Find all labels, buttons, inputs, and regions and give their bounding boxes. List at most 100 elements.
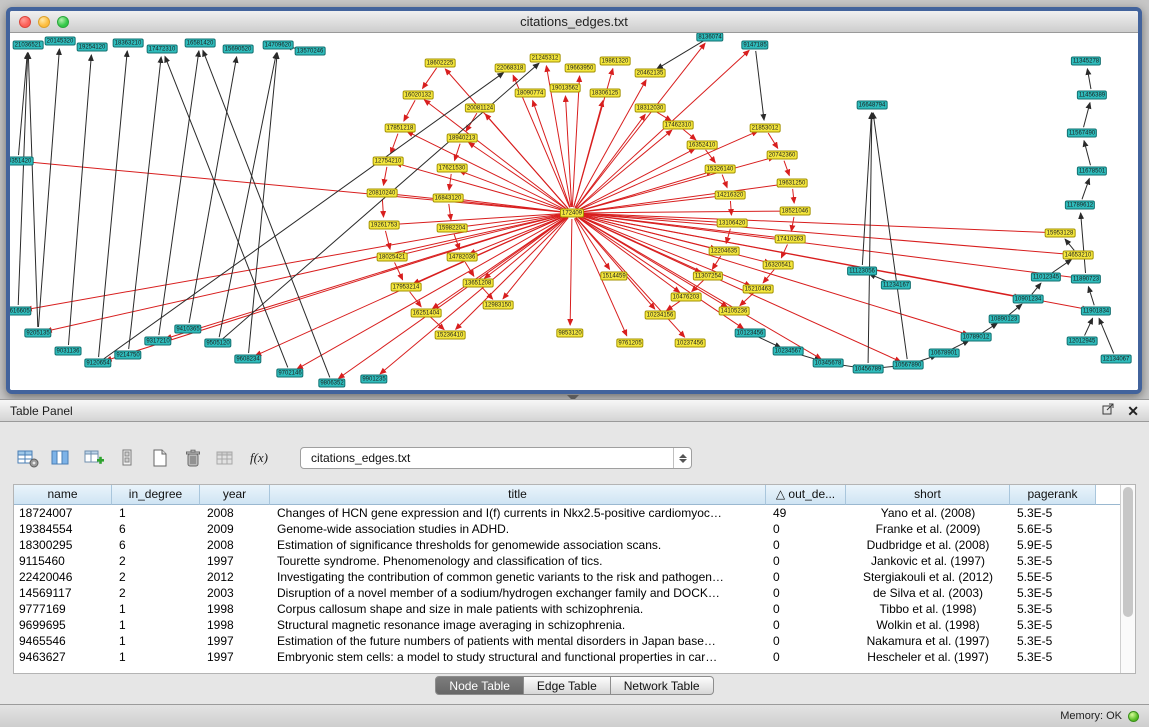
graph-node[interactable]: 19261753 xyxy=(369,221,400,230)
table-mode-button[interactable] xyxy=(14,445,42,471)
table-row[interactable]: 946554611997Estimation of the future num… xyxy=(14,633,1135,649)
graph-node[interactable]: 10456789 xyxy=(853,365,884,374)
graph-node[interactable]: 9317210 xyxy=(144,337,171,346)
graph-node[interactable]: 15690520 xyxy=(223,45,254,54)
graph-node[interactable]: 19663950 xyxy=(565,64,596,73)
network-table-select[interactable]: citations_edges.txt xyxy=(300,447,692,469)
graph-node[interactable]: 12012945 xyxy=(1067,337,1098,346)
graph-node[interactable]: 20145320 xyxy=(45,37,76,46)
graph-node[interactable]: 16251404 xyxy=(411,309,442,318)
column-header-out-degree[interactable]: △ out_de... xyxy=(766,485,846,505)
table-row[interactable]: 1830029562008Estimation of significance … xyxy=(14,537,1135,553)
graph-node[interactable]: 21036521 xyxy=(13,41,44,50)
graph-node[interactable]: 8136074 xyxy=(696,33,723,42)
graph-node[interactable]: 17953214 xyxy=(391,283,422,292)
graph-node[interactable]: 12983150 xyxy=(483,301,514,310)
graph-node[interactable]: 17472310 xyxy=(147,45,178,54)
graph-node[interactable]: 9806352 xyxy=(318,379,345,388)
graph-node[interactable]: 11234167 xyxy=(881,281,911,290)
show-columns-button[interactable] xyxy=(47,445,75,471)
graph-node[interactable]: 11890723 xyxy=(1071,275,1101,284)
graph-node[interactable]: 9031136 xyxy=(55,347,82,356)
graph-node[interactable]: 9147185 xyxy=(741,41,768,50)
graph-node[interactable]: 18025421 xyxy=(377,253,408,262)
column-header-short[interactable]: short xyxy=(846,485,1010,505)
graph-node[interactable]: 18940213 xyxy=(447,134,478,143)
network-canvas[interactable]: 1724091860222516020132178512181275421020… xyxy=(10,33,1138,390)
graph-node[interactable]: 16320541 xyxy=(763,261,794,270)
table-row[interactable]: 1872400712008Changes of HCN gene express… xyxy=(14,505,1135,521)
column-header-pagerank[interactable]: pagerank xyxy=(1010,485,1096,505)
table-row[interactable]: 1456911722003Disruption of a novel membe… xyxy=(14,585,1135,601)
tab-edge-table[interactable]: Edge Table xyxy=(524,676,611,695)
graph-node[interactable]: 20462135 xyxy=(635,69,666,78)
graph-node[interactable]: 16843120 xyxy=(433,194,464,203)
graph-node[interactable]: 12754210 xyxy=(373,157,404,166)
graph-node[interactable]: 9120654 xyxy=(84,359,111,368)
graph-node[interactable]: 20742360 xyxy=(767,151,798,160)
delete-column-button[interactable] xyxy=(113,445,141,471)
graph-node[interactable]: 17851218 xyxy=(385,124,416,133)
graph-node[interactable]: 14782036 xyxy=(447,253,478,262)
graph-node[interactable]: 15210463 xyxy=(743,285,774,294)
graph-node[interactable]: 1514459 xyxy=(600,272,627,281)
graph-node[interactable]: 10567890 xyxy=(893,361,924,370)
graph-node[interactable]: 19254120 xyxy=(77,43,108,52)
graph-node[interactable]: 22068318 xyxy=(495,64,526,73)
table-row[interactable]: 1938455462009Genome-wide association stu… xyxy=(14,521,1135,537)
graph-node[interactable]: 15326140 xyxy=(705,165,736,174)
tab-network-table[interactable]: Network Table xyxy=(611,676,714,695)
zoom-window-button[interactable] xyxy=(57,16,69,28)
graph-node[interactable]: 15953128 xyxy=(1045,229,1076,238)
tab-node-table[interactable]: Node Table xyxy=(435,676,524,695)
graph-node[interactable]: 14709620 xyxy=(263,41,294,50)
graph-node[interactable]: 9853120 xyxy=(556,329,583,338)
graph-node[interactable]: 15982204 xyxy=(437,224,468,233)
graph-node[interactable]: 10345678 xyxy=(813,359,844,368)
graph-node[interactable]: 13570246 xyxy=(295,47,326,56)
graph-node[interactable]: 16020132 xyxy=(403,91,434,100)
graph-node[interactable]: 18306125 xyxy=(590,89,621,98)
graph-node[interactable]: 15236410 xyxy=(435,331,466,340)
graph-node[interactable]: 9608234 xyxy=(234,355,261,364)
graph-node[interactable]: 11901834 xyxy=(1081,307,1111,316)
graph-node[interactable]: 18521046 xyxy=(780,207,811,216)
graph-node[interactable]: 14105236 xyxy=(719,307,750,316)
graph-node[interactable]: 19631250 xyxy=(777,179,808,188)
graph-node[interactable]: 16581420 xyxy=(185,39,216,48)
graph-node[interactable]: 11307254 xyxy=(693,272,723,281)
graph-node[interactable]: 13106420 xyxy=(717,219,748,228)
graph-node[interactable]: 11345278 xyxy=(1071,57,1101,66)
graph-node[interactable]: 17410263 xyxy=(775,235,806,244)
graph-node[interactable]: 21245312 xyxy=(530,54,561,63)
column-header-in-degree[interactable]: in_degree xyxy=(112,485,200,505)
table-scrollbar-thumb[interactable] xyxy=(1123,487,1133,617)
delete-table-button[interactable] xyxy=(179,445,207,471)
graph-node[interactable]: 10237456 xyxy=(675,339,706,348)
graph-node[interactable]: 16352410 xyxy=(687,141,718,150)
window-titlebar[interactable]: citations_edges.txt xyxy=(10,11,1138,33)
column-header-year[interactable]: year xyxy=(200,485,270,505)
graph-node[interactable]: 10678901 xyxy=(929,349,960,358)
graph-node[interactable]: 2616605 xyxy=(10,307,32,316)
graph-node[interactable]: 9205135 xyxy=(24,329,51,338)
graph-node[interactable]: 10123456 xyxy=(735,329,766,338)
graph-node[interactable]: 20351420 xyxy=(10,157,33,166)
create-column-button[interactable] xyxy=(80,445,108,471)
graph-node[interactable]: 14216320 xyxy=(715,191,746,200)
graph-node[interactable]: 11678501 xyxy=(1077,167,1107,176)
table-scrollbar[interactable] xyxy=(1120,485,1135,673)
graph-node[interactable]: 9702146 xyxy=(276,369,303,378)
graph-node[interactable]: 18090774 xyxy=(515,89,546,98)
graph-node[interactable]: 19861320 xyxy=(600,57,631,66)
graph-node[interactable]: 9214750 xyxy=(114,351,141,360)
graph-node[interactable]: 12204635 xyxy=(709,247,740,256)
import-table-button[interactable] xyxy=(212,445,240,471)
graph-node[interactable]: 10234156 xyxy=(645,311,676,320)
graph-node[interactable]: 10901234 xyxy=(1013,295,1044,304)
graph-node[interactable]: 12134067 xyxy=(1101,355,1132,364)
graph-node[interactable]: 11456389 xyxy=(1077,91,1107,100)
graph-node[interactable]: 11789612 xyxy=(1065,201,1095,210)
graph-node[interactable]: 172409 xyxy=(560,209,584,218)
graph-node[interactable]: 19013562 xyxy=(550,84,581,93)
